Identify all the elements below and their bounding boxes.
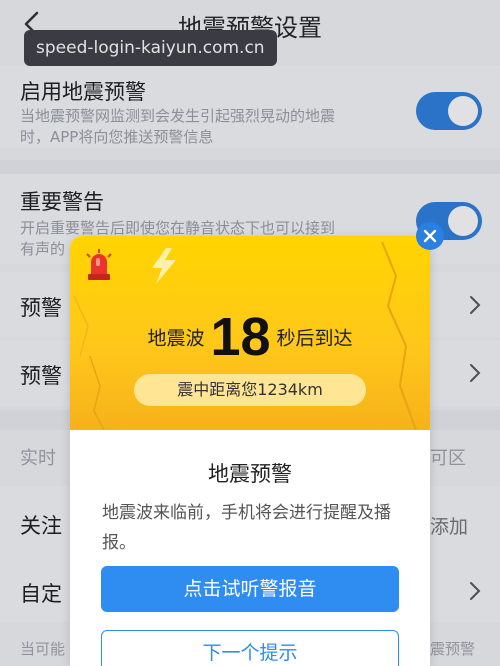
countdown-suffix: 秒后到达 — [276, 327, 353, 350]
earthquake-warning-modal: 地震波 18 秒后到达 震中距离您1234km 地震预警 地震波来临前，手机将会进行… — [70, 236, 430, 666]
next-tip-button[interactable]: 下一个提示 — [101, 630, 399, 666]
modal-body: 地震波来临前，手机将会进行提醒及播报。 — [102, 503, 391, 553]
lightning-icon — [152, 248, 176, 284]
countdown-prefix: 地震波 — [147, 327, 205, 350]
countdown-seconds: 18 — [210, 307, 271, 367]
modal-hero: 地震波 18 秒后到达 震中距离您1234km — [70, 236, 430, 430]
siren-icon — [86, 249, 112, 280]
close-modal-button[interactable] — [416, 222, 444, 250]
modal-heading: 地震预警 — [208, 462, 292, 486]
listen-alarm-button[interactable]: 点击试听警报音 — [101, 566, 399, 612]
epicenter-distance: 震中距离您1234km — [134, 374, 366, 406]
countdown: 地震波 18 秒后到达 — [70, 306, 430, 367]
close-icon — [423, 229, 437, 243]
